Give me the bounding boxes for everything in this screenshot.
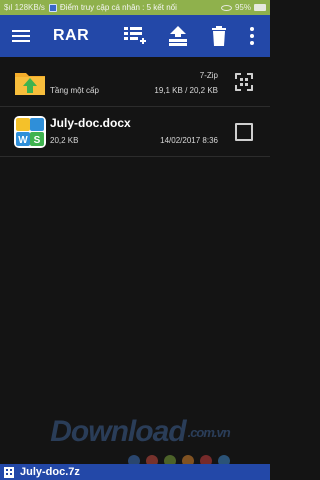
svg-text:W: W	[18, 135, 28, 146]
file-list: Tầng một cấp 7-Zip 19,1 KB / 20,2 KB W S…	[0, 57, 270, 157]
select-all-checkbox[interactable]	[235, 73, 253, 91]
status-notification-text: Điểm truy cập cá nhân : 5 kết nối	[59, 3, 177, 12]
parent-folder-label: Tầng một cấp	[50, 86, 99, 95]
status-left-text: $ıl 128KB/s	[4, 3, 45, 12]
status-bar: $ıl 128KB/s Điểm truy cập cá nhân : 5 kế…	[0, 0, 270, 15]
archive-file-icon	[4, 466, 14, 478]
file-date: 14/02/2017 8:36	[160, 136, 218, 145]
file-size: 20,2 KB	[50, 136, 79, 145]
app-title: RAR	[53, 27, 90, 44]
watermark-suffix: .com.vn	[187, 424, 231, 440]
add-to-archive-icon[interactable]	[123, 24, 147, 48]
file-checkbox[interactable]	[235, 123, 253, 141]
eye-icon	[220, 4, 232, 11]
hotspot-notification-icon	[48, 3, 57, 12]
svg-text:S: S	[34, 135, 41, 146]
battery-percent: 95%	[234, 3, 251, 12]
status-right: 95%	[220, 3, 266, 12]
folder-up-icon	[14, 66, 46, 98]
current-archive-name: July-doc.7z	[20, 466, 80, 478]
archive-size: 19,1 KB / 20,2 KB	[154, 86, 218, 95]
app-bar: RAR	[0, 15, 270, 57]
delete-icon[interactable]	[207, 24, 231, 48]
battery-icon	[254, 4, 266, 11]
parent-folder-row[interactable]: Tầng một cấp 7-Zip 19,1 KB / 20,2 KB	[0, 57, 270, 107]
menu-icon[interactable]	[12, 27, 30, 45]
bottom-bar: July-doc.7z	[0, 464, 270, 480]
wps-doc-icon: W S	[14, 116, 46, 148]
file-name: July-doc.docx	[50, 116, 131, 130]
extract-icon[interactable]	[166, 24, 190, 48]
watermark: Download .com.vn	[20, 412, 260, 452]
file-row[interactable]: W S July-doc.docx 20,2 KB 14/02/2017 8:3…	[0, 107, 270, 157]
watermark-main: Download	[50, 415, 186, 448]
more-vert-icon[interactable]	[240, 24, 264, 48]
archive-type: 7-Zip	[199, 71, 218, 80]
